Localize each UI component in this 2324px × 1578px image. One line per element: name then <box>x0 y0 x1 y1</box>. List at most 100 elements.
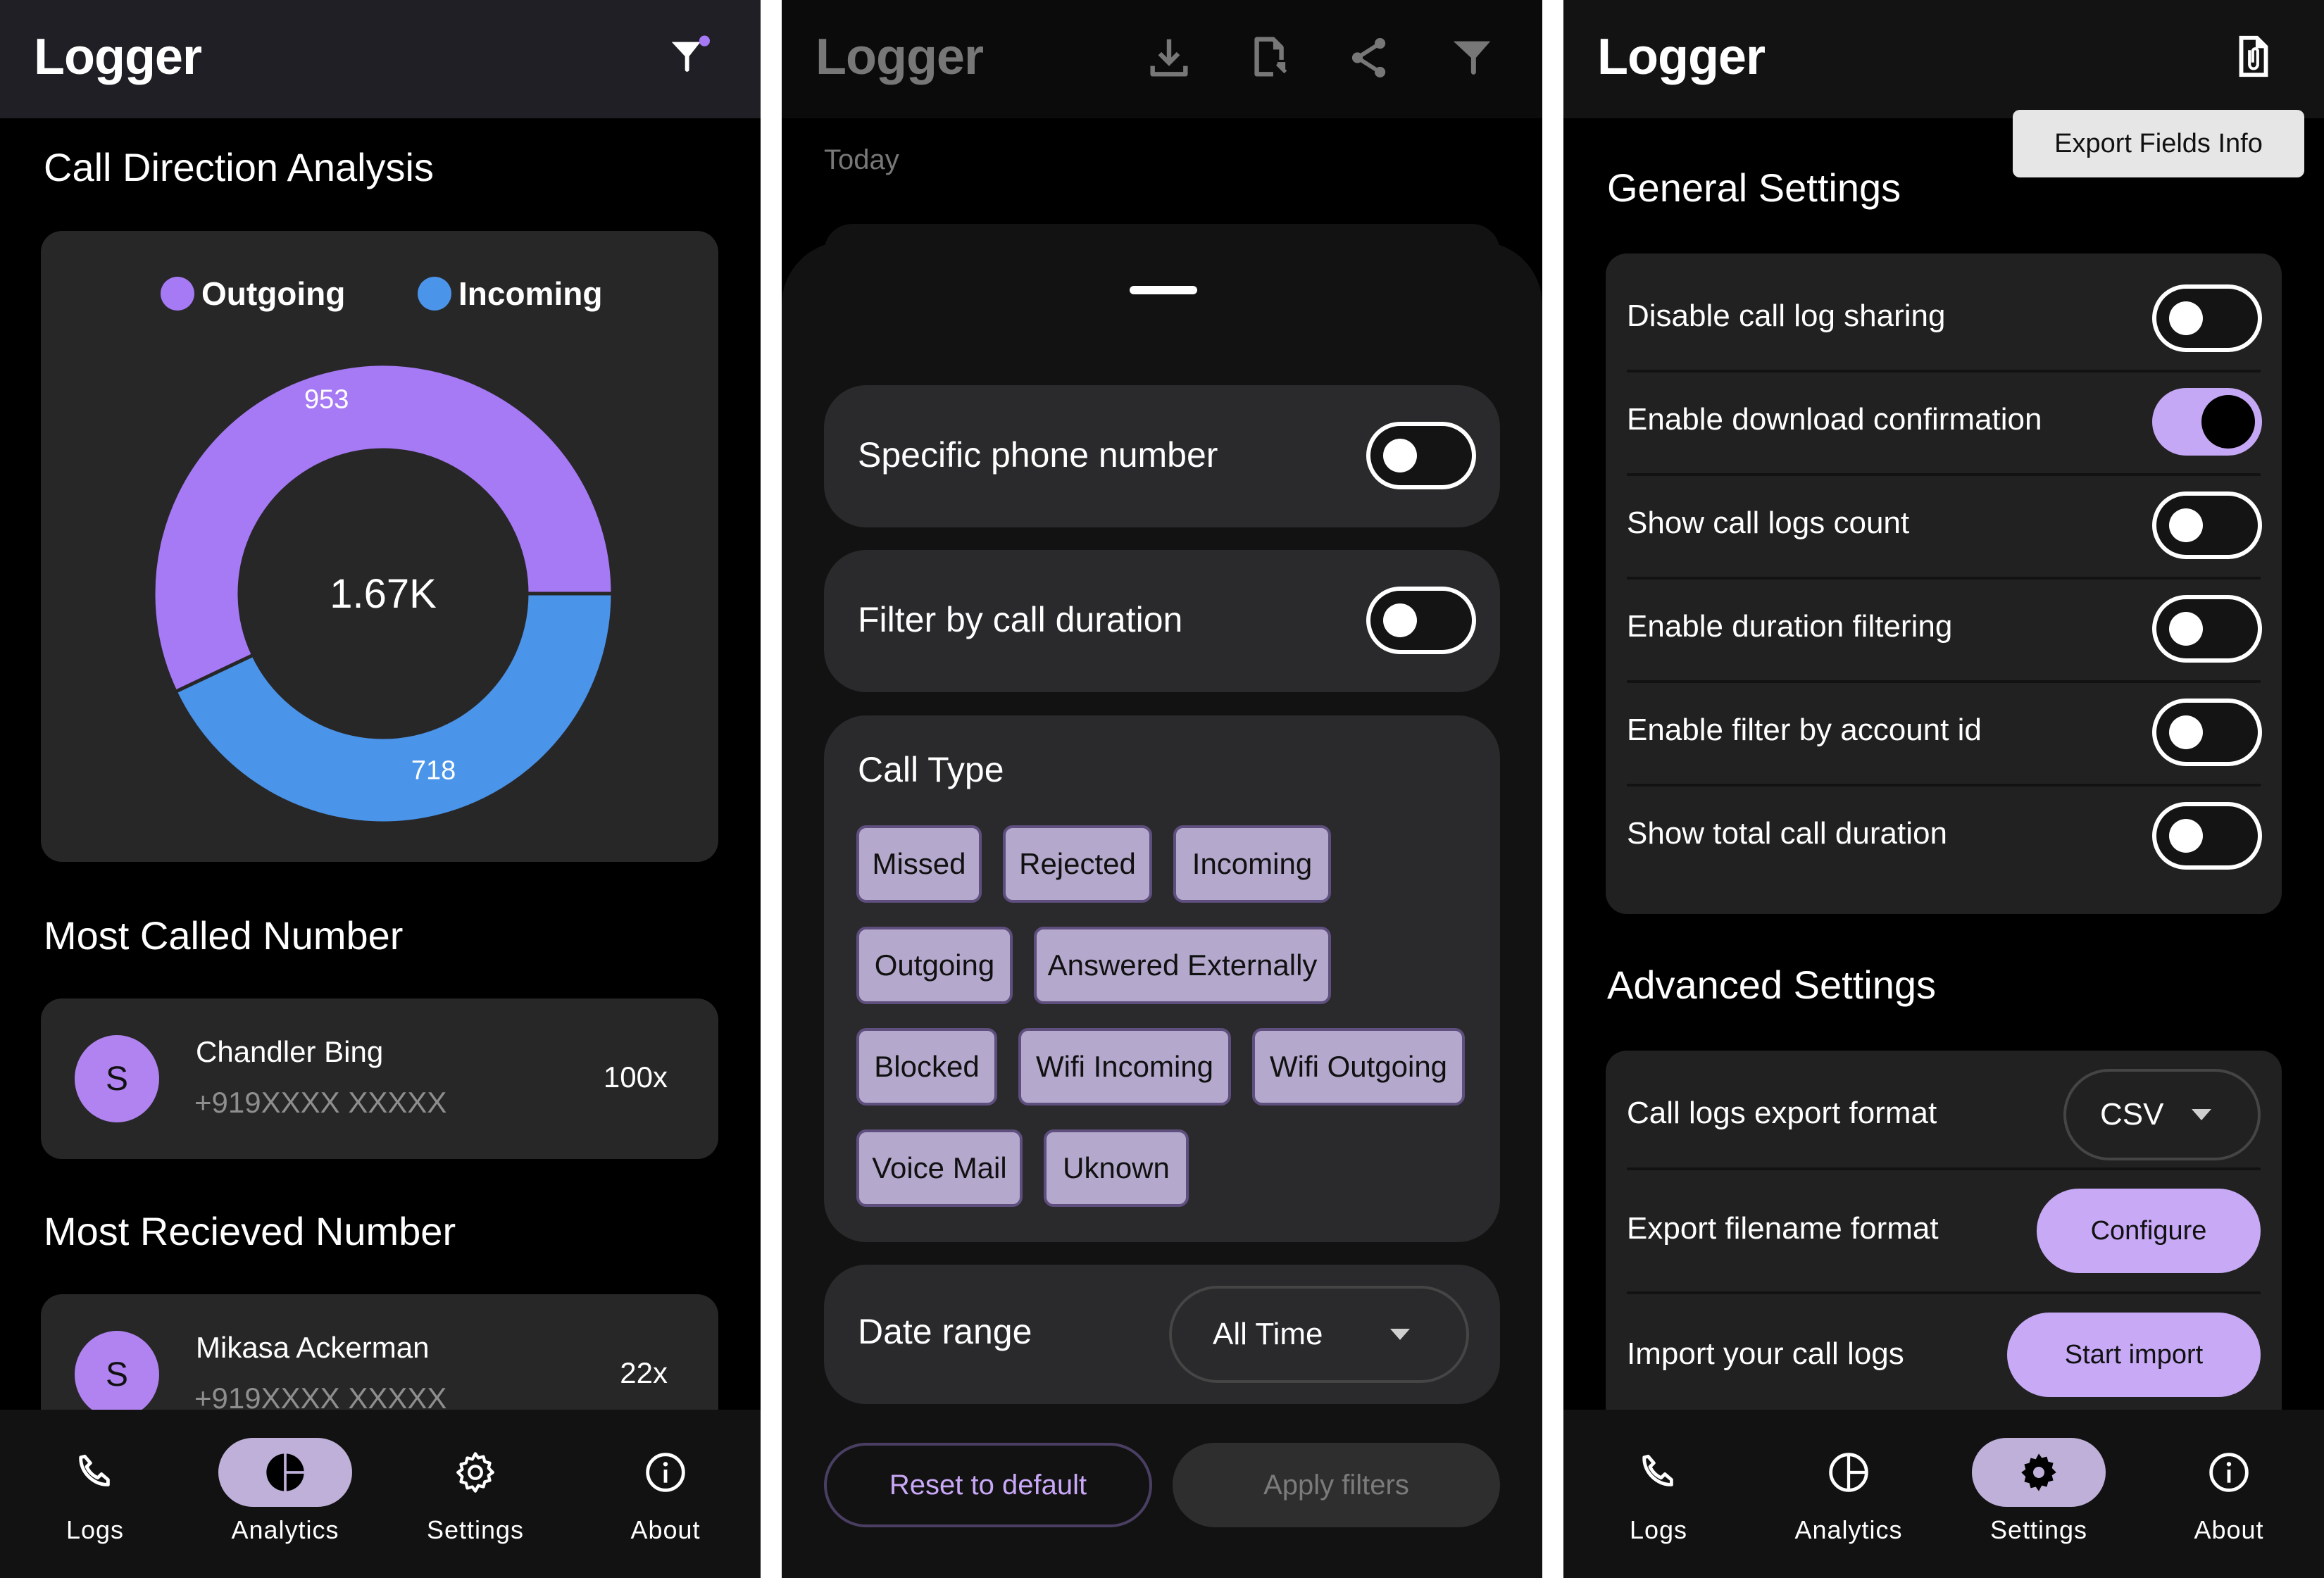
configure-button[interactable]: Configure <box>2037 1189 2261 1273</box>
setting-row: Show call logs count <box>1627 475 2262 578</box>
nav-item-analytics[interactable]: Analytics <box>190 1410 380 1578</box>
phone-icon <box>1642 1454 1673 1486</box>
share-icon[interactable] <box>1342 30 1398 86</box>
chip-incoming[interactable]: Incoming <box>1173 825 1331 903</box>
nav-item-about[interactable]: About <box>570 1410 761 1578</box>
general-settings-card: Disable call log sharing Enable download … <box>1606 253 2282 914</box>
call-type-section: Call Type Missed Rejected Incoming Outgo… <box>824 715 1500 1242</box>
export-format-row: Call logs export format CSV <box>1627 1069 2261 1160</box>
setting-toggle[interactable] <box>2152 802 2262 870</box>
start-import-button[interactable]: Start import <box>2007 1313 2261 1397</box>
nav-item-about[interactable]: About <box>2134 1410 2324 1578</box>
reset-to-default-button[interactable]: Reset to default <box>824 1443 1152 1527</box>
nav-label: Settings <box>426 1515 525 1544</box>
most-received-title: Most Recieved Number <box>44 1209 456 1253</box>
pie-chart-icon <box>1829 1453 1868 1492</box>
phone-icon <box>79 1454 110 1486</box>
file-export-icon[interactable] <box>1243 30 1299 86</box>
setting-toggle[interactable] <box>2152 595 2262 663</box>
export-fields-info-tooltip: Export Fields Info <box>2013 110 2304 177</box>
chip-rejected[interactable]: Rejected <box>1003 825 1152 903</box>
most-called-card[interactable]: S Chandler Bing +919XXXX XXXXX 100x <box>41 998 718 1159</box>
app-title: Logger <box>34 29 202 85</box>
analytics-screen: Logger Call Direction Analysis Outgoing … <box>0 0 761 1578</box>
specific-phone-toggle[interactable] <box>1366 422 1476 489</box>
nav-pill-active <box>1972 1438 2106 1507</box>
setting-label: Disable call log sharing <box>1627 299 1946 333</box>
nav-item-settings[interactable]: Settings <box>1944 1410 2134 1578</box>
nav-pill <box>599 1438 732 1507</box>
app-bar: Logger <box>0 0 761 118</box>
setting-row: Enable download confirmation <box>1627 371 2262 475</box>
caret-down-icon <box>2192 1109 2211 1120</box>
toggle-knob <box>2169 715 2203 749</box>
nav-item-logs[interactable]: Logs <box>1563 1410 1754 1578</box>
date-range-row: Date range All Time <box>824 1265 1500 1404</box>
filter-icon[interactable] <box>1444 30 1500 86</box>
date-group-header: Today <box>824 144 899 175</box>
filter-label: Filter by call duration <box>858 600 1183 639</box>
nav-item-logs[interactable]: Logs <box>0 1410 190 1578</box>
setting-label: Enable download confirmation <box>1627 402 2042 437</box>
donut-center-total: 1.67K <box>330 571 437 617</box>
export-format-dropdown[interactable]: CSV <box>2063 1069 2261 1160</box>
setting-row: Enable filter by account id <box>1627 682 2262 785</box>
chip-wifi-outgoing[interactable]: Wifi Outgoing <box>1252 1028 1465 1106</box>
chip-answered-externally[interactable]: Answered Externally <box>1034 927 1331 1004</box>
nav-label: Settings <box>1989 1515 2088 1544</box>
avatar: S <box>75 1035 159 1122</box>
nav-label: Analytics <box>231 1515 339 1544</box>
app-title: Logger <box>816 29 984 85</box>
contact-number: +919XXXX XXXXX <box>194 1086 447 1119</box>
chip-voice-mail[interactable]: Voice Mail <box>856 1129 1023 1207</box>
call-duration-toggle[interactable] <box>1366 587 1476 654</box>
toggle-knob <box>1383 603 1417 637</box>
gear-icon <box>2021 1453 2056 1491</box>
call-count: 22x <box>620 1356 668 1389</box>
chip-unknown[interactable]: Uknown <box>1044 1129 1189 1207</box>
chip-outgoing[interactable]: Outgoing <box>856 927 1013 1004</box>
divider <box>1627 1167 2261 1170</box>
setting-row: Disable call log sharing <box>1627 268 2262 371</box>
setting-label: Export filename format <box>1627 1211 1939 1246</box>
nav-item-analytics[interactable]: Analytics <box>1754 1410 1944 1578</box>
specific-phone-row[interactable]: Specific phone number <box>824 385 1500 527</box>
call-duration-row[interactable]: Filter by call duration <box>824 550 1500 692</box>
chip-wifi-incoming[interactable]: Wifi Incoming <box>1018 1028 1231 1106</box>
advanced-settings-title: Advanced Settings <box>1607 963 1936 1007</box>
info-icon <box>2209 1453 2249 1492</box>
download-icon[interactable] <box>1141 30 1197 86</box>
avatar: S <box>75 1331 159 1418</box>
caret-down-icon <box>1390 1329 1410 1340</box>
donut-data-label: 718 <box>411 756 456 786</box>
setting-toggle[interactable] <box>2152 699 2262 766</box>
nav-label: Analytics <box>1794 1515 1903 1544</box>
call-type-title: Call Type <box>858 750 1004 789</box>
nav-pill <box>408 1438 542 1507</box>
chip-blocked[interactable]: Blocked <box>856 1028 997 1106</box>
file-attachment-icon[interactable] <box>2225 28 2282 84</box>
toggle-knob <box>2169 612 2203 646</box>
donut-chart-card: Outgoing Incoming 953 718 1.67K <box>41 231 718 862</box>
app-title: Logger <box>1597 29 1766 85</box>
chip-missed[interactable]: Missed <box>856 825 982 903</box>
date-range-label: Date range <box>858 1312 1032 1351</box>
setting-toggle[interactable] <box>2152 491 2262 559</box>
setting-row: Enable duration filtering <box>1627 578 2262 682</box>
setting-toggle[interactable] <box>2152 284 2262 352</box>
setting-label: Show call logs count <box>1627 506 1910 540</box>
setting-toggle[interactable] <box>2152 388 2262 456</box>
toggle-knob <box>1383 439 1417 472</box>
nav-item-settings[interactable]: Settings <box>380 1410 570 1578</box>
filter-icon[interactable] <box>662 28 718 84</box>
pie-chart-icon <box>266 1451 306 1494</box>
setting-label: Enable duration filtering <box>1627 609 1953 644</box>
apply-filters-button[interactable]: Apply filters <box>1173 1443 1500 1527</box>
nav-pill <box>1592 1438 1725 1507</box>
nav-label: Logs <box>1629 1515 1688 1544</box>
drag-handle[interactable] <box>1130 286 1197 294</box>
bottom-navigation: Logs Analytics Settings About <box>0 1410 761 1578</box>
setting-label: Enable filter by account id <box>1627 713 1982 747</box>
date-range-dropdown[interactable]: All Time <box>1169 1286 1469 1383</box>
dropdown-value: CSV <box>2100 1097 2164 1132</box>
